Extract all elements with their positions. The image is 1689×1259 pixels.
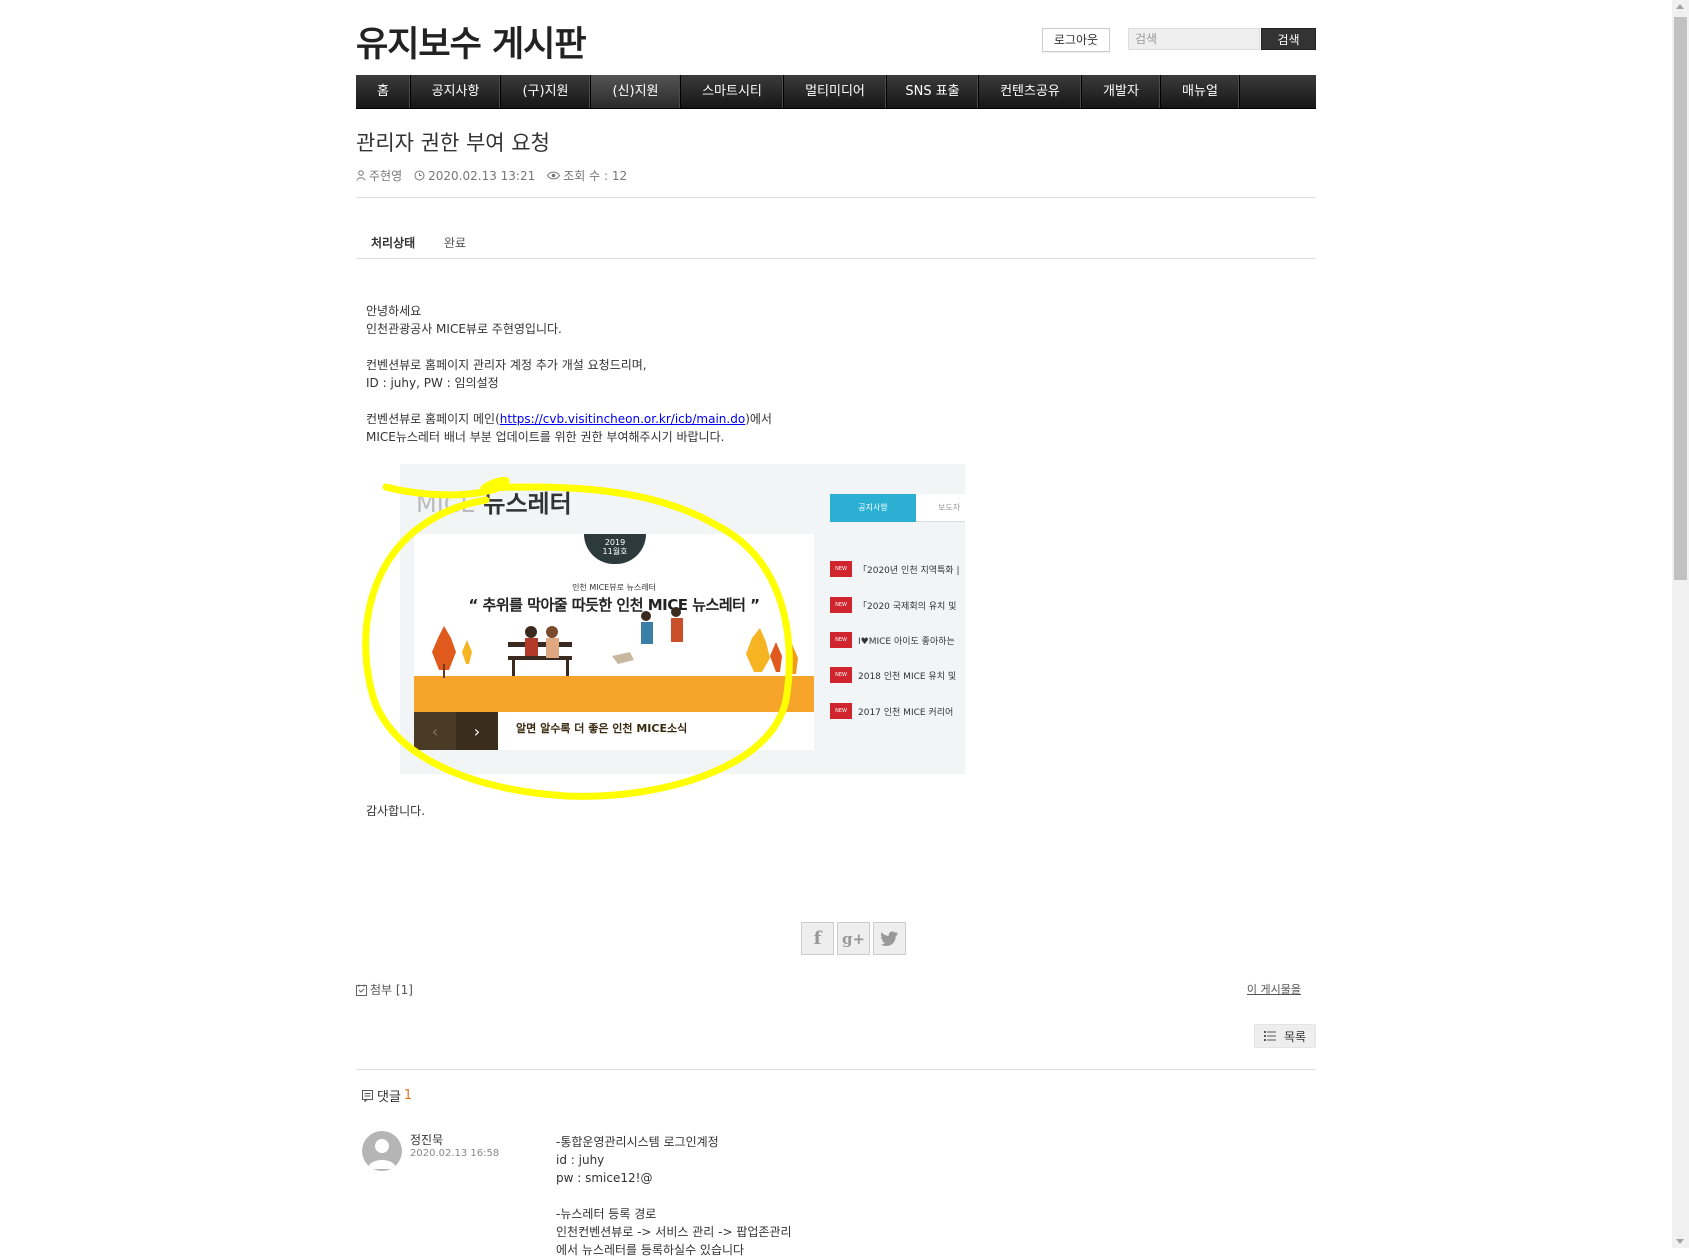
body-line: MICE뉴스레터 배너 부분 업데이트를 위한 권한 부여해주시기 바랍니다. <box>366 430 725 444</box>
comment-author[interactable]: 정진묵 <box>410 1131 443 1148</box>
news-item: NEW 「2020년 인천 지역특화 | <box>830 560 959 578</box>
search-input[interactable] <box>1128 28 1260 50</box>
logout-button[interactable]: 로그아웃 <box>1042 28 1110 52</box>
banner-next-button[interactable]: › <box>456 712 498 750</box>
clock-icon <box>414 170 425 181</box>
page-scrollbar[interactable] <box>1672 0 1689 1248</box>
comments-count: 1 <box>403 1088 413 1103</box>
status-row: 처리상태 완료 <box>356 224 1316 259</box>
user-icon <box>356 170 366 181</box>
comment-line: -통합운영관리시스템 로그인계정 <box>556 1135 719 1149</box>
nav-item-multimedia[interactable]: 멀티미디어 <box>784 75 887 108</box>
post-meta: 주현영 2020.02.13 13:21 조회 수 : 12 <box>356 167 639 184</box>
nav-item-new-support[interactable]: (신)지원 <box>591 75 681 108</box>
post-title: 관리자 권한 부여 요청 <box>356 131 550 155</box>
comment-line: id : juhy <box>556 1153 605 1167</box>
nav-item-home[interactable]: 홈 <box>356 75 411 108</box>
post-body: 안녕하세요 인천관광공사 MICE뷰로 주현영입니다. 컨벤션뷰로 홈페이지 관… <box>366 302 772 446</box>
nav-item-developer[interactable]: 개발자 <box>1082 75 1161 108</box>
site-title[interactable]: 유지보수 게시판 <box>356 16 587 67</box>
post-views: 조회 수 : 12 <box>563 169 628 183</box>
scrollbar-thumb[interactable] <box>1674 17 1687 580</box>
share-buttons: f g+ <box>801 922 909 955</box>
comment-body: -통합운영관리시스템 로그인계정 id : juhy pw : smice12!… <box>556 1133 792 1259</box>
twitter-icon <box>880 931 898 946</box>
comment-icon <box>362 1089 373 1102</box>
list-icon <box>1263 1031 1276 1041</box>
facebook-icon: f <box>813 928 822 949</box>
comment-line: 에서 뉴스레터를 등록하실수 있습니다 <box>556 1243 745 1257</box>
newsletter-banner: 2019 11월호 인천 MICE뷰로 뉴스레터 “ 추위를 막아줄 따듯한 인천… <box>414 534 814 750</box>
comment-time: 2020.02.13 16:58 <box>410 1148 500 1159</box>
nav-item-manual[interactable]: 매뉴얼 <box>1161 75 1240 108</box>
status-label: 처리상태 <box>371 236 416 250</box>
list-button-label: 목록 <box>1283 1029 1307 1044</box>
body-line: 컨벤션뷰로 홈페이지 관리자 계정 추가 개설 요청드리며, <box>366 358 647 372</box>
scroll-down-arrow-icon[interactable] <box>1676 1239 1684 1244</box>
tab-notice: 공지사항 <box>830 494 916 522</box>
nav-item-smart-city[interactable]: 스마트시티 <box>681 75 784 108</box>
nav-item-content-share[interactable]: 컨텐츠공유 <box>979 75 1082 108</box>
tab-press: 보도자 <box>916 494 965 522</box>
comments-header: 댓글 1 <box>362 1086 412 1105</box>
main-page-link[interactable]: https://cvb.visitincheon.or.kr/icb/main.… <box>500 412 745 426</box>
comment-line: 인천컨벤션뷰로 -> 서비스 관리 -> 팝업존관리 <box>556 1225 792 1239</box>
divider <box>356 197 1316 198</box>
search-button[interactable]: 검색 <box>1261 28 1316 50</box>
scroll-up-arrow-icon[interactable] <box>1676 4 1684 9</box>
banner-caption: 알면 알수록 더 좋은 인천 MICE소식 <box>516 722 688 735</box>
twitter-share-button[interactable] <box>873 922 906 955</box>
news-item: NEW I♥MICE 아이도 좋아하는 <box>830 631 955 649</box>
news-item: NEW 2017 인천 MICE 커리어 <box>830 702 953 720</box>
author-meta: 주현영 <box>356 167 402 184</box>
body-line: 인천관광공사 MICE뷰로 주현영입니다. <box>366 322 562 336</box>
nav-item-sns[interactable]: SNS 표출 <box>887 75 979 108</box>
this-post-link[interactable]: 이 게시물을 <box>1247 981 1301 997</box>
body-line: 컨벤션뷰로 홈페이지 메인(https://cvb.visitincheon.o… <box>366 412 772 426</box>
user-avatar-icon <box>368 1139 396 1169</box>
attachment-toggle[interactable]: 첨부 [1] <box>356 981 413 998</box>
facebook-share-button[interactable]: f <box>801 922 834 955</box>
eye-icon <box>547 171 561 180</box>
news-item: NEW 「2020 국제회의 유치 및 <box>830 596 956 614</box>
body-line: ID : juhy, PW : 임의설정 <box>366 376 499 390</box>
nav-item-old-support[interactable]: (구)지원 <box>501 75 591 108</box>
post-datetime: 2020.02.13 13:21 <box>428 168 536 183</box>
comment-line <box>556 1187 792 1205</box>
attachment-icon <box>356 984 367 996</box>
embedded-image: MICE 뉴스레터 2019 11월호 인천 MICE뷰로 뉴스레터 “ 추위를 … <box>400 464 965 774</box>
attachment-label: 첨부 [1] <box>370 983 413 997</box>
newsletter-heading: MICE 뉴스레터 <box>416 490 572 518</box>
comments-label: 댓글 <box>377 1090 401 1105</box>
comment-line: -뉴스레터 등록 경로 <box>556 1207 657 1221</box>
nav-item-notice[interactable]: 공지사항 <box>411 75 501 108</box>
divider <box>356 1069 1316 1070</box>
date-meta: 2020.02.13 13:21 <box>414 169 535 183</box>
views-meta: 조회 수 : 12 <box>547 167 627 184</box>
comment-line: pw : smice12!@ <box>556 1171 653 1185</box>
news-item: NEW 2018 인천 MICE 유치 및 <box>830 666 956 684</box>
post-author[interactable]: 주현영 <box>369 167 402 184</box>
banner-prev-button[interactable]: ‹ <box>414 712 456 750</box>
google-plus-share-button[interactable]: g+ <box>837 922 870 955</box>
closing-text: 감사합니다. <box>366 804 426 818</box>
status-value: 완료 <box>444 236 467 250</box>
main-nav: 홈 공지사항 (구)지원 (신)지원 스마트시티 멀티미디어 SNS 표출 컨텐… <box>356 75 1316 109</box>
body-line: 안녕하세요 <box>366 304 422 318</box>
avatar <box>362 1131 402 1171</box>
list-button[interactable]: 목록 <box>1254 1024 1316 1048</box>
google-plus-icon: g+ <box>841 929 866 948</box>
